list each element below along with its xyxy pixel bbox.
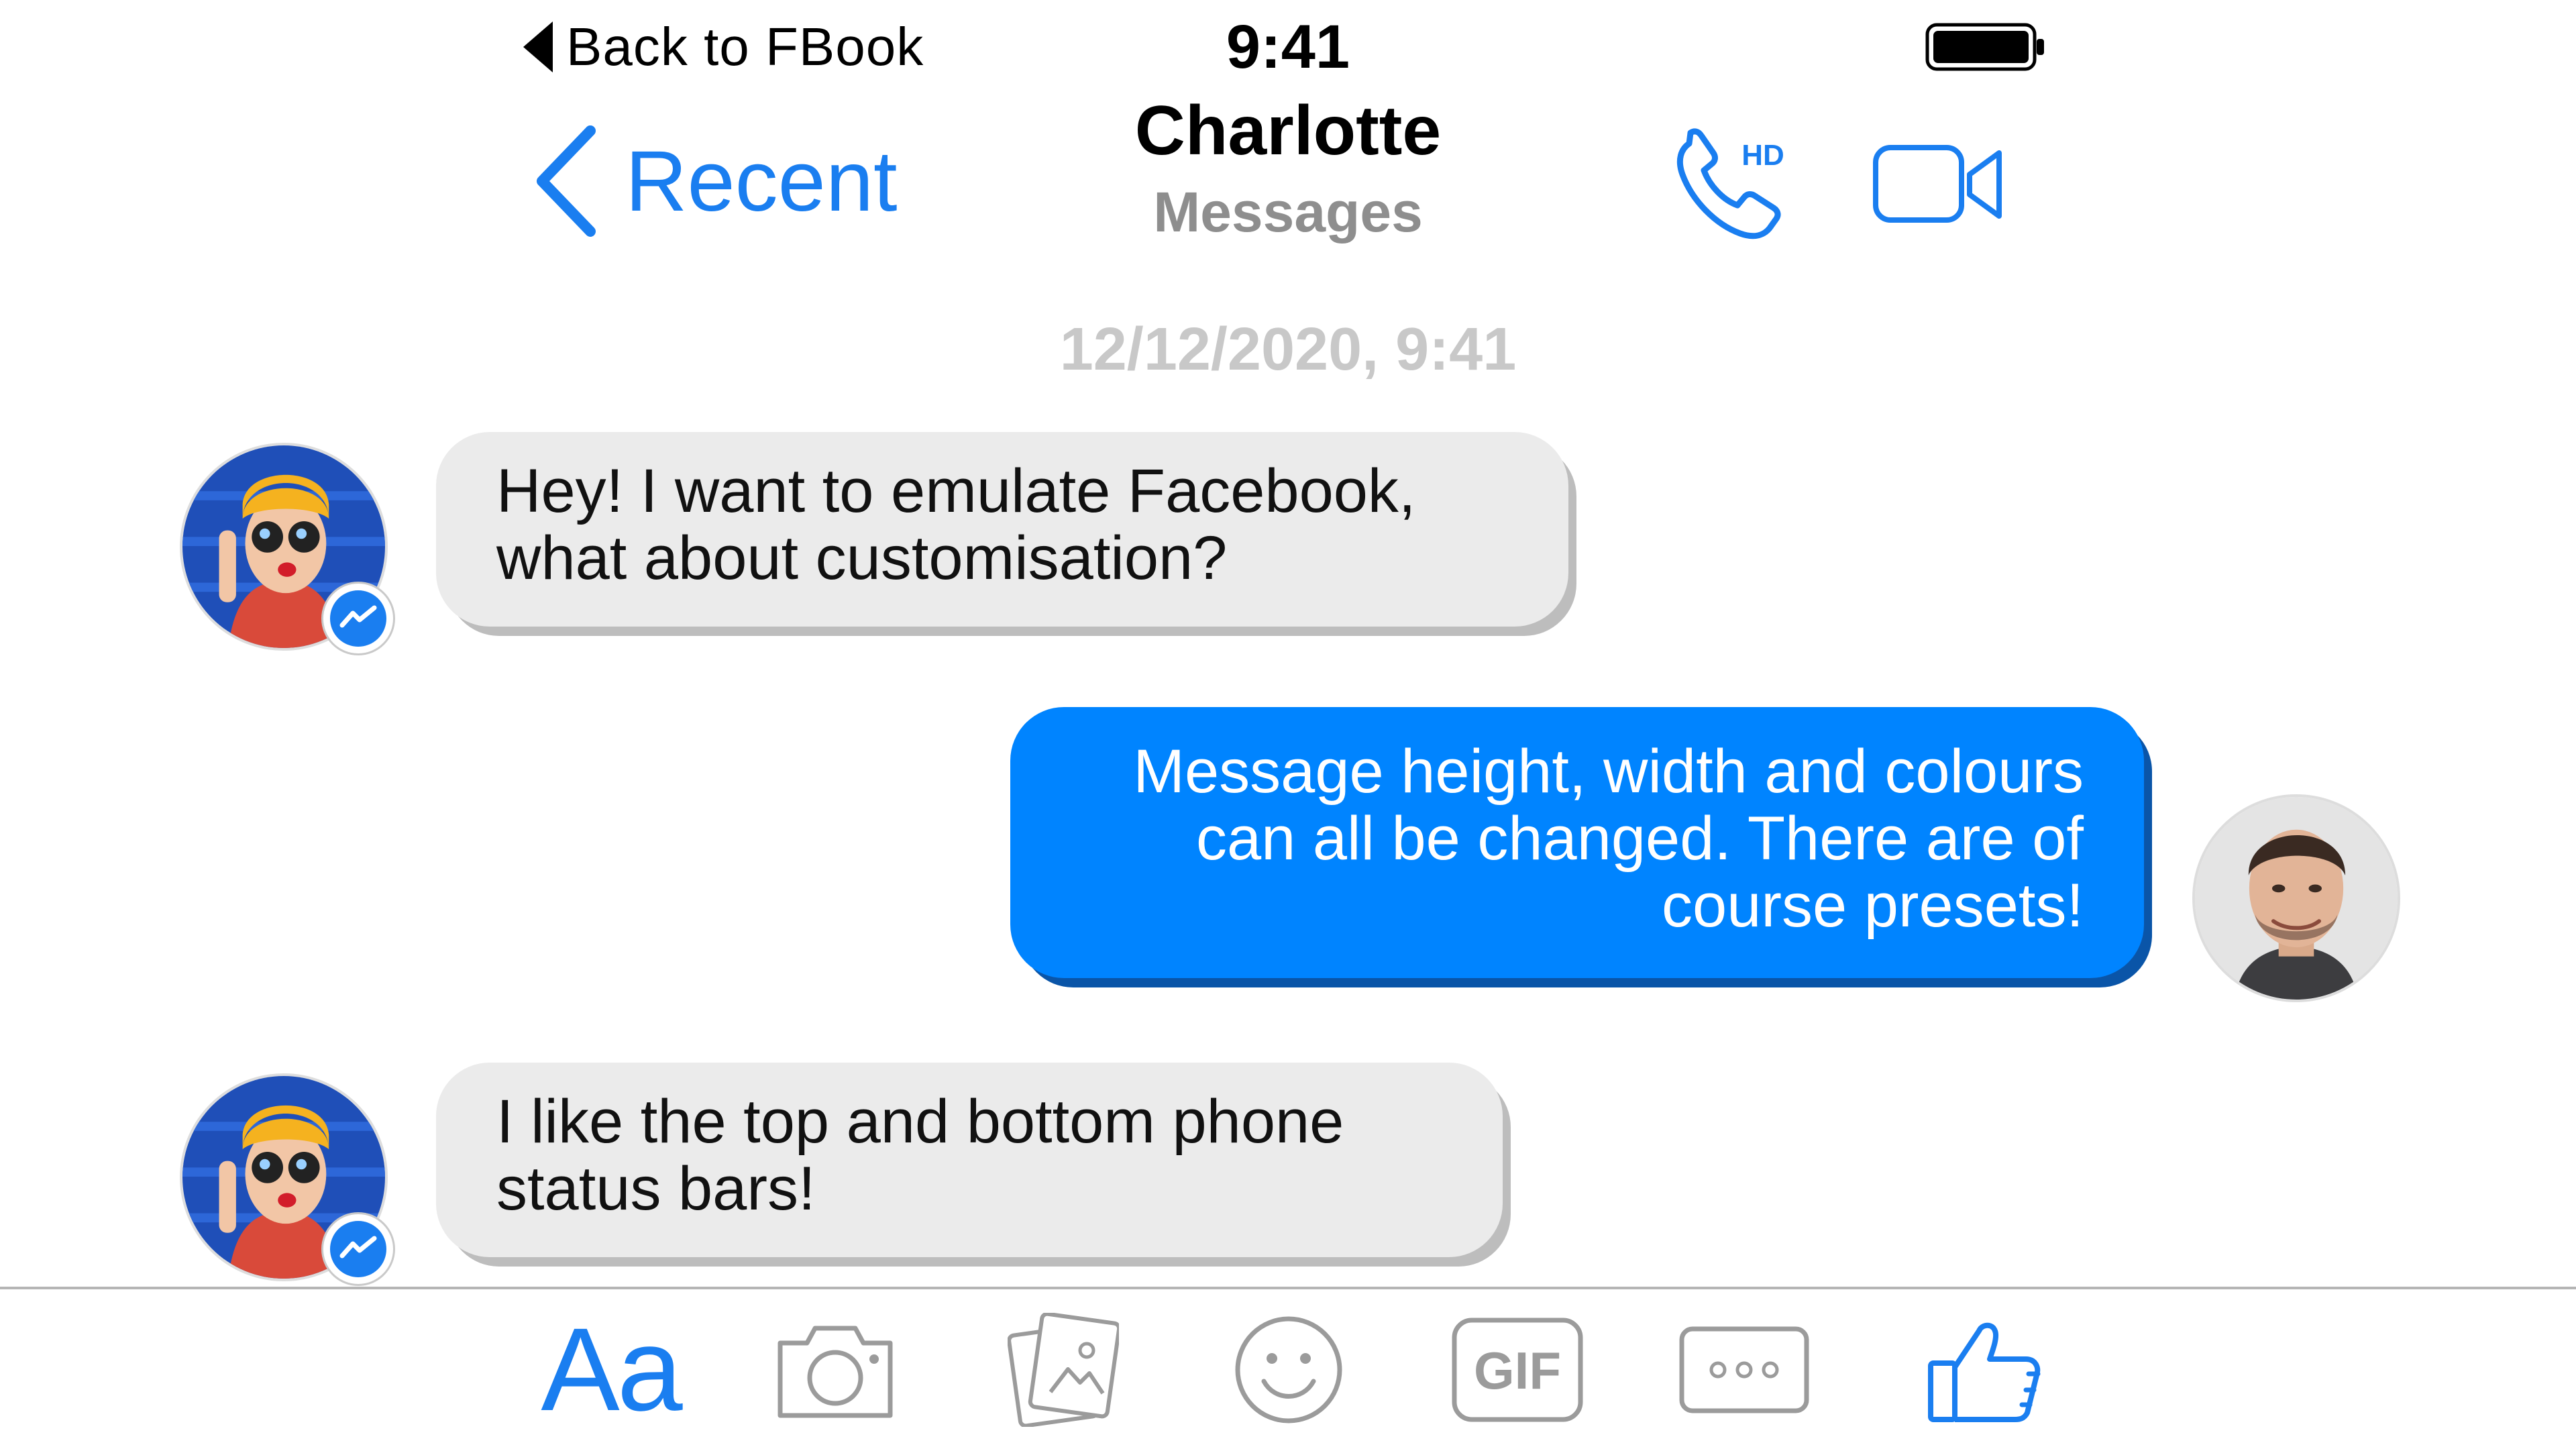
contact-name: Charlotte <box>1134 92 1442 170</box>
battery-icon <box>1925 23 2044 71</box>
gif-icon: GIF <box>1452 1318 1583 1422</box>
message-text: course presets! <box>1662 871 2084 940</box>
message-bubble-incoming[interactable]: I like the top and bottom phone status b… <box>436 1063 1503 1257</box>
back-button-label: Recent <box>625 133 898 229</box>
back-triangle-icon <box>523 21 553 72</box>
message-text: status bars! <box>496 1155 816 1223</box>
conversation-timestamp: 12/12/2020, 9:41 <box>1059 316 1517 383</box>
emoji-button[interactable] <box>1232 1309 1346 1430</box>
my-avatar[interactable] <box>2192 794 2400 1002</box>
back-to-app-label: Back to FBook <box>566 17 924 76</box>
conversation-header: Recent Charlotte Messages HD <box>0 87 2576 288</box>
compose-toolbar: Aa GIF <box>0 1289 2576 1449</box>
photo-gallery-button[interactable] <box>1006 1309 1120 1430</box>
messenger-badge <box>323 584 393 653</box>
message-text: what about customisation? <box>496 524 1228 592</box>
gif-button[interactable]: GIF <box>1449 1309 1586 1430</box>
message-text: Hey! I want to emulate Facebook, <box>496 457 1416 525</box>
status-time: 9:41 <box>1226 13 1350 81</box>
camera-icon <box>777 1326 893 1418</box>
message-text: can all be changed. There are of <box>1196 804 2084 873</box>
phone-call-icon[interactable]: HD <box>1662 118 1796 246</box>
message-bubble-incoming[interactable]: Hey! I want to emulate Facebook, what ab… <box>436 432 1568 627</box>
back-to-app-link[interactable]: Back to FBook <box>523 15 924 79</box>
messenger-badge <box>323 1214 393 1284</box>
message-text: I like the top and bottom phone <box>496 1087 1344 1156</box>
messenger-icon <box>339 605 377 628</box>
my-photo <box>2195 797 2398 1000</box>
like-button[interactable] <box>1924 1309 2045 1430</box>
status-bar: Back to FBook 9:41 <box>0 0 2576 87</box>
message-text: Message height, width and colours <box>1133 737 2084 806</box>
header-subtitle: Messages <box>1153 180 1423 244</box>
video-call-icon[interactable] <box>1872 141 2006 228</box>
more-options-button[interactable] <box>1677 1309 1811 1430</box>
more-icon <box>1679 1326 1809 1413</box>
text-input-button[interactable]: Aa <box>530 1304 691 1436</box>
messenger-icon <box>339 1236 377 1258</box>
emoji-icon <box>1235 1316 1342 1424</box>
message-bubble-outgoing[interactable]: Message height, width and colours can al… <box>1010 707 2144 978</box>
photo-gallery-icon <box>1008 1313 1119 1427</box>
back-button[interactable]: Recent <box>530 121 898 241</box>
chevron-left-icon <box>537 125 596 237</box>
thumbs-up-icon <box>1928 1322 2041 1422</box>
svg-text:HD: HD <box>1741 139 1784 172</box>
svg-text:GIF: GIF <box>1474 1341 1561 1400</box>
camera-button[interactable] <box>771 1309 899 1430</box>
